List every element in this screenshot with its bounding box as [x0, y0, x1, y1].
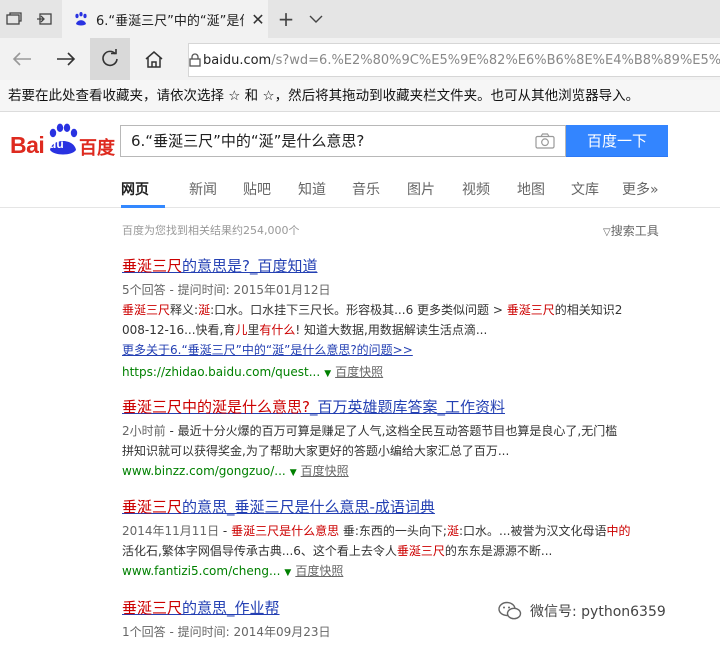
dropdown-arrow-icon[interactable]: ▼ — [284, 568, 291, 578]
dropdown-arrow-icon[interactable]: ▼ — [324, 369, 331, 379]
baidu-header: Bai du 百度 6.“垂涎三尺”中的“涎”是什么意思? 百度一下 — [0, 112, 720, 172]
address-bar[interactable]: baidu.com/s?wd=6.%E2%80%9C%E5%9E%82%E6%B… — [188, 43, 720, 77]
logo-du-text: du — [49, 137, 64, 151]
refresh-icon[interactable] — [90, 38, 130, 80]
search-button[interactable]: 百度一下 — [566, 125, 668, 157]
tab-preview-icon[interactable] — [30, 0, 58, 38]
tab-map[interactable]: 地图 — [517, 179, 545, 199]
new-tab-icon[interactable]: + — [272, 0, 300, 38]
wechat-watermark: 微信号: python6359 — [498, 599, 666, 623]
result-snippet: 2014年11月11日 - 垂涎三尺是什么意思 垂:东西的一头向下;涎:口水。.… — [122, 524, 631, 538]
back-icon[interactable] — [2, 38, 42, 80]
tab-zhidao[interactable]: 知道 — [298, 179, 326, 199]
result-title[interactable]: 垂涎三尺的意思是?_百度知道 — [122, 256, 682, 276]
tab-tieba[interactable]: 贴吧 — [243, 179, 271, 199]
result-snippet: 2小时前 - 最近十分火爆的百万可算是赚足了人气,这档全民互动答题节目也算是良心… — [122, 424, 618, 438]
tab-video[interactable]: 视频 — [462, 179, 490, 199]
watermark-text: 微信号: python6359 — [530, 604, 666, 620]
url-domain: baidu.com — [203, 52, 272, 68]
baidu-logo[interactable]: Bai du 百度 — [8, 120, 118, 164]
filter-icon: ▽ — [603, 227, 611, 238]
result-source: www.fantizi5.com/cheng... ▼ 百度快照 — [122, 564, 344, 578]
more-questions-link[interactable]: 更多关于6.“垂涎三尺”中的“涎”是什么意思?的问题>> — [122, 340, 682, 360]
result-title[interactable]: 垂涎三尺的意思_垂涎三尺是什么意思-成语词典 — [122, 497, 682, 517]
tab-images[interactable]: 图片 — [407, 179, 435, 199]
search-tools-label: 搜索工具 — [610, 224, 659, 238]
chevron-down-icon[interactable] — [302, 0, 330, 38]
baidu-favicon-icon — [70, 8, 92, 30]
result-source: https://zhidao.baidu.com/quest... ▼ 百度快照 — [122, 365, 384, 379]
camera-icon[interactable] — [535, 133, 555, 149]
result-snippet: 垂涎三尺释义:涎:口水。口水挂下三尺长。形容极其...6 更多类似问题 > 垂涎… — [122, 303, 623, 317]
tab-web[interactable]: 网页 — [121, 179, 149, 199]
tab-strip: 6.“垂涎三尺”中的“涎”是什 ✕ + — [0, 0, 720, 38]
url-path: /s?wd=6.%E2%80%9C%E5%9E%82%E6%B6%8E%E4%B… — [271, 52, 720, 68]
navigation-bar: baidu.com/s?wd=6.%E2%80%9C%E5%9E%82%E6%B… — [0, 38, 720, 80]
active-tab-underline — [121, 205, 165, 208]
result-meta: 1个回答 - 提问时间: 2014年09月23日 — [122, 625, 331, 639]
result-snippet: 008-12-16...快看,育儿里有什么! 知道大数据,用数据解读生活点滴..… — [122, 323, 488, 337]
logo-cn-text: 百度 — [79, 138, 115, 159]
wechat-icon — [498, 601, 522, 620]
browser-tab[interactable]: 6.“垂涎三尺”中的“涎”是什 ✕ — [62, 0, 268, 38]
result-2: 垂涎三尺中的涎是什么意思?_百万英雄题库答案_工作资料 2小时前 - 最近十分火… — [122, 397, 682, 483]
result-snippet: 活化石,繁体字网倡导传承古典...6、这个看上去令人垂涎三尺的东东是源源不断..… — [122, 544, 553, 558]
result-3: 垂涎三尺的意思_垂涎三尺是什么意思-成语词典 2014年11月11日 - 垂涎三… — [122, 497, 682, 583]
search-category-tabs: 网页 新闻 贴吧 知道 音乐 图片 视频 地图 文库 更多» — [0, 172, 720, 208]
dropdown-arrow-icon[interactable]: ▼ — [290, 468, 297, 478]
forward-icon[interactable] — [46, 38, 86, 80]
result-source: www.binzz.com/gongzuo/... ▼ 百度快照 — [122, 464, 349, 478]
result-1: 垂涎三尺的意思是?_百度知道 5个回答 - 提问时间: 2015年01月12日 … — [122, 256, 682, 384]
home-icon[interactable] — [134, 38, 174, 80]
search-query: 6.“垂涎三尺”中的“涎”是什么意思? — [131, 132, 365, 150]
result-title[interactable]: 垂涎三尺中的涎是什么意思?_百万英雄题库答案_工作资料 — [122, 397, 682, 417]
result-meta: 5个回答 - 提问时间: 2015年01月12日 — [122, 283, 331, 297]
result-snippet: 拼知识就可以获得奖金,为了帮助大家更好的答题小编给大家汇总了百万... — [122, 444, 510, 458]
close-tab-icon[interactable]: ✕ — [248, 10, 268, 29]
tab-title: 6.“垂涎三尺”中的“涎”是什 — [96, 13, 244, 29]
tab-news[interactable]: 新闻 — [189, 179, 217, 199]
tab-more[interactable]: 更多» — [622, 179, 659, 199]
search-input[interactable]: 6.“垂涎三尺”中的“涎”是什么意思? — [120, 125, 566, 157]
favorites-hint-bar: 若要在此处查看收藏夹，请依次选择 ☆ 和 ☆，然后将其拖动到收藏夹栏文件夹。也可… — [0, 80, 720, 112]
logo-latin-text: Bai — [10, 132, 45, 158]
tab-wenku[interactable]: 文库 — [571, 179, 599, 199]
tab-music[interactable]: 音乐 — [352, 179, 380, 199]
tab-actions-icon[interactable] — [0, 0, 28, 38]
search-tools-button[interactable]: ▽搜索工具 — [603, 222, 659, 239]
lock-icon — [189, 53, 201, 67]
result-count: 百度为您找到相关结果约254,000个 — [122, 224, 300, 237]
url-text: baidu.com/s?wd=6.%E2%80%9C%E5%9E%82%E6%B… — [203, 53, 720, 68]
